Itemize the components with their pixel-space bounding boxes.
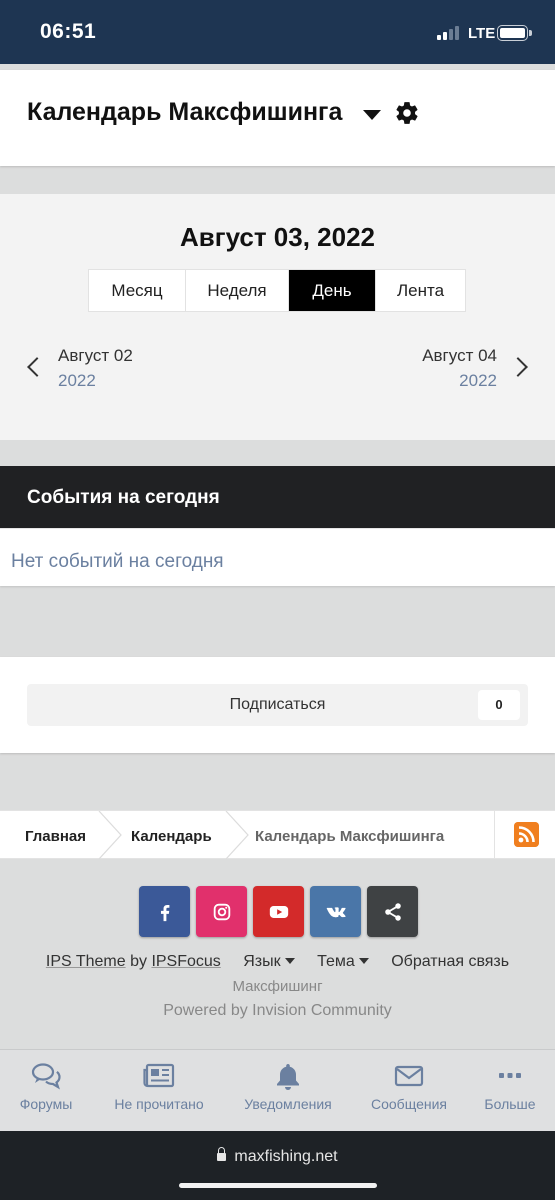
instagram-icon[interactable]	[196, 886, 247, 937]
events-list: Нет событий на сегодня	[0, 528, 555, 586]
bottom-nav: Форумы Не прочитано Уведомления Сообщени…	[0, 1049, 555, 1131]
next-day-link[interactable]: Август 04 2022	[422, 344, 531, 394]
footer-theme-link[interactable]: IPS Theme	[46, 953, 126, 970]
rss-button[interactable]	[494, 811, 555, 858]
feedback-link[interactable]: Обратная связь	[391, 953, 509, 970]
subscribe-card: Подписаться 0	[0, 657, 555, 753]
nav-notifications[interactable]: Уведомления	[240, 1062, 336, 1112]
lock-icon	[217, 1147, 227, 1161]
newspaper-icon	[143, 1063, 175, 1088]
date-panel: Август 03, 2022 Месяц Неделя День Лента …	[0, 194, 555, 440]
nav-messages-label: Сообщения	[371, 1096, 447, 1112]
breadcrumb-home[interactable]: Главная	[25, 828, 86, 845]
breadcrumb: Главная Календарь Календарь Максфишинга	[0, 810, 555, 859]
network-type: LTE	[468, 25, 496, 42]
subscriber-count: 0	[478, 690, 520, 720]
url-text: maxfishing.net	[234, 1148, 338, 1165]
prev-day-link[interactable]: Август 02 2022	[24, 344, 133, 394]
nav-messages[interactable]: Сообщения	[368, 1062, 450, 1112]
bell-icon	[277, 1064, 299, 1090]
rss-icon	[514, 822, 539, 847]
home-indicator[interactable]	[179, 1183, 377, 1188]
comments-icon	[31, 1063, 61, 1090]
envelope-icon	[394, 1065, 424, 1087]
next-day-label: Август 04	[422, 346, 497, 365]
chevron-right-icon	[508, 357, 528, 377]
footer-author-link[interactable]: IPSFocus	[151, 953, 220, 970]
theme-dropdown[interactable]: Тема	[317, 953, 369, 970]
caret-down-icon[interactable]	[363, 110, 381, 120]
events-title: События на сегодня	[27, 487, 220, 508]
next-day-year: 2022	[459, 371, 497, 390]
browser-url-bar[interactable]: maxfishing.net	[0, 1131, 555, 1200]
url-display[interactable]: maxfishing.net	[0, 1147, 555, 1166]
view-tabs: Месяц Неделя День Лента	[88, 269, 466, 312]
footer-links: IPS Theme by IPSFocus Язык Тема Обратная…	[0, 953, 555, 971]
nav-notifications-label: Уведомления	[244, 1096, 332, 1112]
tab-stream[interactable]: Лента	[376, 270, 465, 311]
tab-day[interactable]: День	[289, 270, 376, 311]
status-time: 06:51	[40, 20, 97, 43]
subscribe-label: Подписаться	[229, 696, 326, 713]
nav-more[interactable]: Больше	[482, 1062, 538, 1112]
breadcrumb-calendar[interactable]: Календарь	[131, 828, 212, 845]
language-dropdown[interactable]: Язык	[243, 953, 294, 970]
signal-icon	[437, 26, 463, 40]
youtube-icon[interactable]	[253, 886, 304, 937]
nav-unread-label: Не прочитано	[114, 1096, 204, 1112]
more-dots-icon	[499, 1073, 521, 1078]
subscribe-button[interactable]: Подписаться 0	[27, 684, 528, 726]
tab-week[interactable]: Неделя	[186, 270, 289, 311]
tab-month[interactable]: Месяц	[89, 270, 186, 311]
battery-icon	[497, 25, 532, 41]
events-header: События на сегодня	[0, 466, 555, 528]
date-heading: Август 03, 2022	[179, 222, 376, 252]
vk-icon[interactable]	[310, 886, 361, 937]
events-empty-message: Нет событий на сегодня	[11, 551, 224, 572]
footer-by: by	[130, 953, 147, 970]
page-title[interactable]: Календарь Максфишинга	[27, 98, 342, 127]
nav-forums[interactable]: Форумы	[18, 1062, 74, 1112]
facebook-icon[interactable]	[139, 886, 190, 937]
nav-more-label: Больше	[484, 1096, 536, 1112]
gear-icon[interactable]	[394, 100, 420, 126]
footer-powered[interactable]: Powered by Invision Community	[0, 1002, 555, 1020]
nav-unread[interactable]: Не прочитано	[110, 1062, 208, 1112]
breadcrumb-separator	[98, 811, 122, 859]
prev-day-label: Август 02	[58, 346, 133, 365]
share-icon[interactable]	[367, 886, 418, 937]
breadcrumb-separator	[225, 811, 249, 859]
breadcrumb-current: Календарь Максфишинга	[255, 828, 445, 845]
nav-forums-label: Форумы	[19, 1096, 73, 1112]
chevron-left-icon	[27, 357, 47, 377]
footer-site-name: Максфишинг	[232, 978, 323, 995]
page-header: Календарь Максфишинга	[0, 70, 555, 166]
prev-day-year: 2022	[58, 371, 96, 390]
social-links	[139, 886, 418, 937]
status-bar: 06:51 LTE	[0, 0, 555, 64]
